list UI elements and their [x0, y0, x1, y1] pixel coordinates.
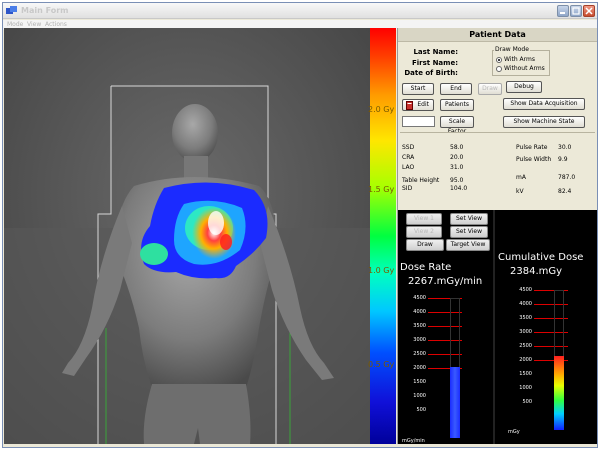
window-title: Main Form	[21, 6, 69, 15]
cumulative-dose-value: 2384.mGy	[510, 266, 563, 277]
draw-button[interactable]: Draw	[478, 83, 502, 95]
gauge-tick-label: 2000	[519, 357, 532, 363]
draw-mode-group	[492, 50, 550, 76]
param-ssd-label: SSD	[402, 144, 415, 151]
maximize-button[interactable]	[570, 5, 582, 17]
param-pulse-width-label: Pulse Width	[516, 156, 552, 163]
gauge-tick-label: 1500	[413, 379, 426, 385]
edit-icon	[406, 101, 413, 110]
gauge-tick-label: 3500	[413, 323, 426, 329]
view2-button[interactable]: View 2	[406, 226, 442, 238]
draw-gantry-button[interactable]: Draw Gantry	[406, 239, 444, 258]
param-lao-label: LAO	[402, 164, 415, 171]
gauge-tick-label: 4000	[413, 309, 426, 315]
param-table-height-label: Table Height	[402, 177, 440, 184]
param-kv-label: kV	[516, 188, 524, 195]
gauge-tick-label: 2500	[519, 343, 532, 349]
gauge-tick-label: 4500	[413, 295, 426, 301]
param-sid-label: SID	[402, 185, 413, 192]
menu-mode[interactable]: Mode	[7, 21, 23, 28]
gauge-fill-bar	[450, 367, 460, 438]
scale-label-2gy: 2.0 Gy	[368, 105, 395, 114]
scale-factor-button[interactable]: Scale Factor	[440, 116, 474, 135]
minimize-button[interactable]	[557, 5, 569, 17]
gauge-tick-label: 4000	[519, 301, 532, 307]
title-bar[interactable]: Main Form	[3, 3, 597, 19]
cumulative-dose-gauge: 4500 4000 3500 3000 2500 2000 1500 1000 500	[512, 287, 592, 430]
set-view-1-button[interactable]: Set View	[450, 213, 488, 225]
dose-rate-value: 2267.mGy/min	[408, 276, 483, 287]
gauge-tick-label: 4500	[519, 287, 532, 293]
dose-color-scale: 2.0 Gy 1.5 Gy 1.0 Gy 0.5 Gy	[368, 28, 396, 444]
gauge-tick-label: 2000	[413, 365, 426, 371]
close-button[interactable]	[583, 5, 595, 17]
maximize-icon	[572, 7, 580, 15]
debug-button[interactable]: Debug	[506, 81, 542, 93]
start-button[interactable]: Start	[402, 83, 434, 95]
dose-display: View 1 Set View View 2 Set View Draw Gan…	[398, 210, 597, 444]
dose-rate-title: Dose Rate	[400, 262, 452, 273]
show-data-acquisition-button[interactable]: Show Data Acquisition	[503, 98, 585, 110]
end-button[interactable]: End	[440, 83, 472, 95]
control-panel: Patient Data Last Name: First Name: Date…	[397, 28, 597, 444]
param-pulse-width-value: 9.9	[558, 156, 568, 163]
gauge-fill-bar	[554, 356, 564, 430]
param-lao-value: 31.0	[450, 164, 464, 171]
scale-label-0-5gy: 0.5 Gy	[368, 360, 395, 369]
scale-label-1gy: 1.0 Gy	[368, 266, 395, 275]
first-name-label: First Name:	[411, 59, 458, 67]
separator	[400, 132, 595, 133]
gauge-tick-label: 1000	[519, 385, 532, 391]
app-icon	[6, 6, 17, 14]
param-pulse-rate-label: Pulse Rate	[516, 144, 548, 151]
last-name-label: Last Name:	[413, 48, 458, 56]
dob-label: Date of Birth:	[404, 69, 458, 77]
param-pulse-rate-value: 30.0	[558, 144, 572, 151]
cumulative-dose-title: Cumulative Dose	[498, 252, 584, 263]
param-ssd-value: 58.0	[450, 144, 464, 151]
radio-without-arms[interactable]	[496, 66, 502, 72]
param-kv-value: 82.4	[558, 188, 572, 195]
set-view-2-button[interactable]: Set View	[450, 226, 488, 238]
gauge-tick-label: 3000	[519, 329, 532, 335]
gauge-tick-label: 3500	[519, 315, 532, 321]
radio-with-arms[interactable]	[496, 57, 502, 63]
dose-rate-unit: mGy/min	[402, 438, 425, 444]
cumulative-dose-unit: mGy	[508, 429, 520, 435]
param-cra-value: 20.0	[450, 154, 464, 161]
dose-rate-gauge: 4500 4000 3500 3000 2500 2000 1500 1000 500	[406, 295, 488, 438]
menu-actions[interactable]: Actions	[45, 21, 67, 28]
gauge-tick-label: 500	[416, 407, 426, 413]
gauge-tick-label: 2500	[413, 351, 426, 357]
param-sid-value: 104.0	[450, 185, 468, 192]
minimize-icon	[560, 12, 565, 14]
patient-model-render	[4, 28, 370, 444]
patient-data-header: Patient Data	[398, 28, 597, 42]
param-ma-value: 787.0	[558, 174, 576, 181]
patients-button[interactable]: Patients	[440, 99, 474, 111]
draw-mode-title: Draw Mode	[494, 46, 530, 53]
gauge-tick-label: 3000	[413, 337, 426, 343]
gauge-tick-label: 500	[522, 399, 532, 405]
dose-divider	[493, 210, 495, 444]
show-machine-state-button[interactable]: Show Machine State	[503, 116, 585, 128]
param-ma-label: mA	[516, 174, 526, 181]
3d-viewport[interactable]	[4, 28, 370, 444]
gauge-tick-label: 1000	[413, 393, 426, 399]
target-view-on-button[interactable]: Target View On	[446, 239, 490, 258]
param-cra-label: CRA	[402, 154, 415, 161]
view1-button[interactable]: View 1	[406, 213, 442, 225]
scale-factor-input[interactable]	[402, 116, 435, 127]
menu-view[interactable]: View	[27, 21, 41, 28]
scale-label-1-5gy: 1.5 Gy	[368, 185, 395, 194]
color-scale-bar	[370, 28, 396, 444]
close-icon	[585, 7, 593, 15]
edit-button-label: Edit	[417, 101, 429, 108]
with-arms-label: With Arms	[504, 56, 535, 63]
edit-button[interactable]: Edit	[402, 99, 434, 111]
without-arms-label: Without Arms	[504, 65, 545, 72]
gauge-tick-label: 1500	[519, 371, 532, 377]
param-table-height-value: 95.0	[450, 177, 464, 184]
